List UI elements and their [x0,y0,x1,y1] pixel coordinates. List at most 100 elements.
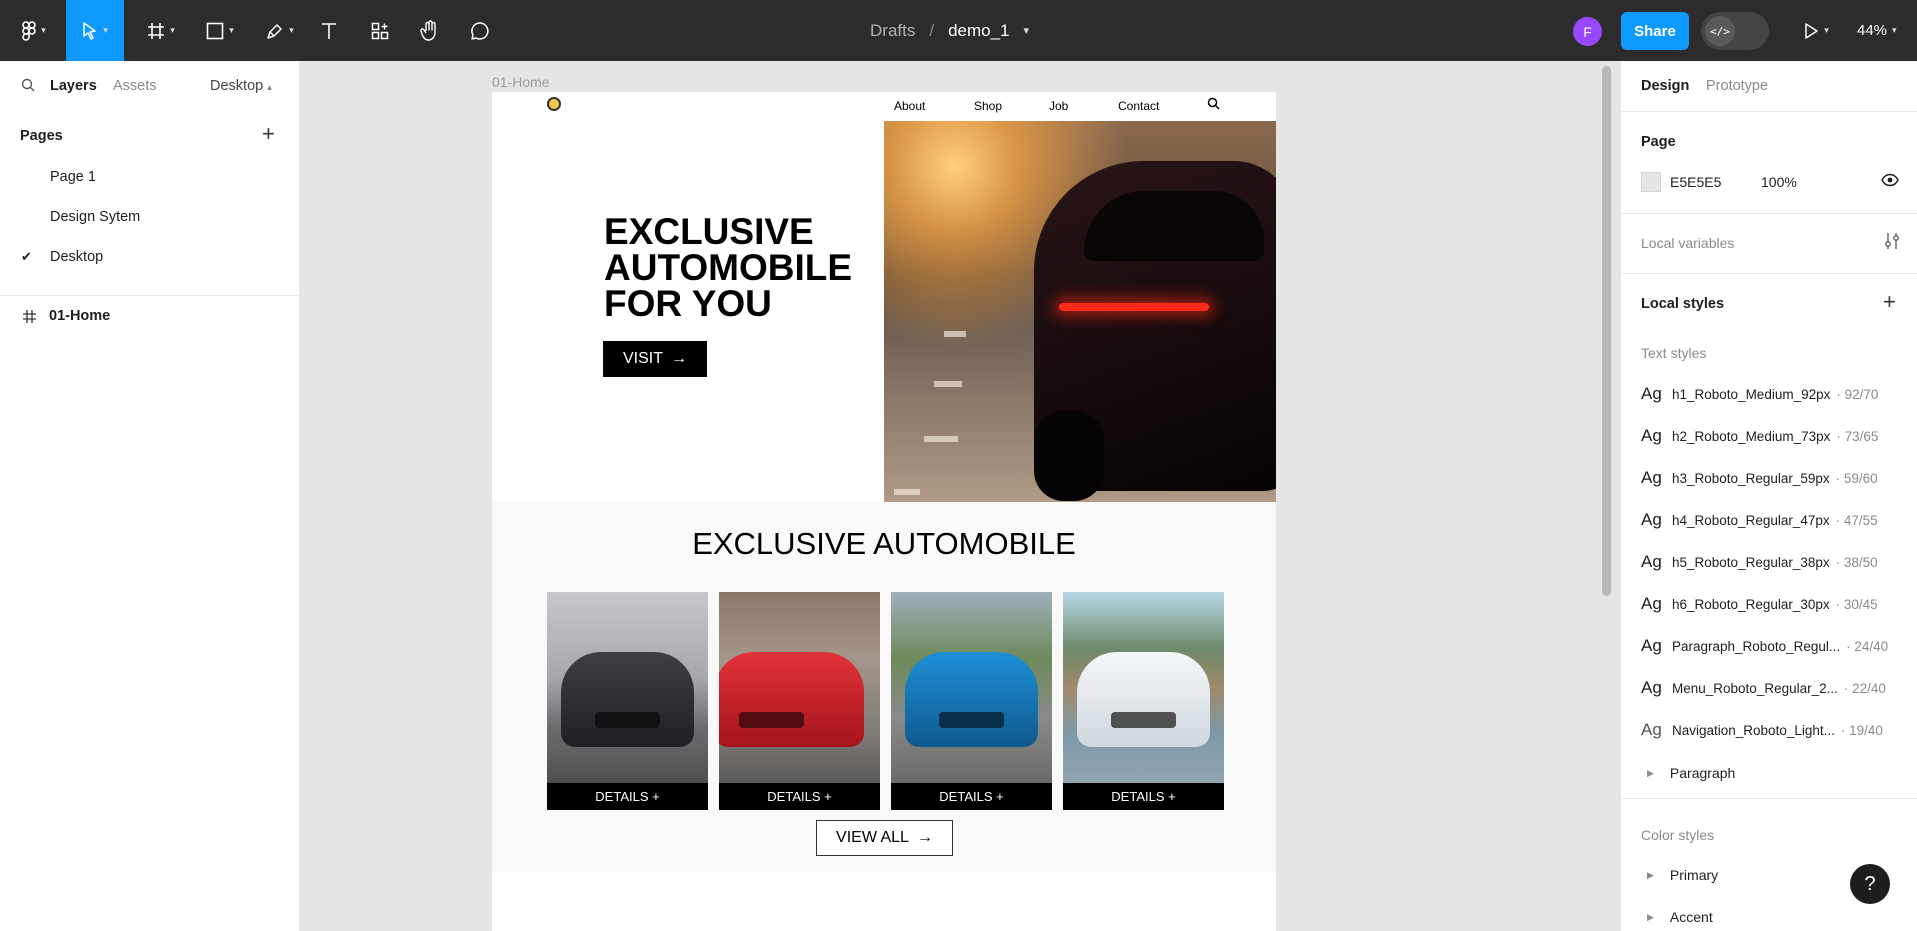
text-style-item[interactable]: Ag h5_Roboto_Regular_38px · 38/50 [1641,550,1903,574]
frame-tool-button[interactable]: ▾ [140,0,182,61]
zoom-dropdown[interactable]: 44% ▾ [1857,0,1897,61]
hand-tool-button[interactable] [417,0,443,61]
text-style-item[interactable]: Ag Navigation_Roboto_Light... · 19/40 [1641,718,1903,742]
frame-label[interactable]: 01-Home [492,74,550,90]
road-marking [894,489,920,495]
nav-link-job[interactable]: Job [1049,99,1068,113]
hero-car-image [884,121,1276,502]
share-button[interactable]: Share [1621,12,1689,50]
style-group-paragraph[interactable]: ▶ Paragraph [1641,765,1735,781]
car-card-image [719,592,880,783]
text-style-size: · 47/55 [1835,512,1878,528]
chevron-down-icon[interactable]: ▾ [1024,24,1030,37]
page-dropdown-label: Desktop [210,78,264,94]
canvas-scrollbar[interactable] [1602,66,1611,596]
car-card[interactable]: DETAILS + [1063,592,1224,810]
text-style-size: · 30/45 [1835,596,1878,612]
text-style-name: h3_Roboto_Regular_59px [1672,470,1830,486]
pen-tool-button[interactable]: ▾ [259,0,301,61]
shape-tool-button[interactable]: ▾ [199,0,241,61]
checkmark-icon: ✔ [21,249,32,264]
text-style-name: Menu_Roboto_Regular_2... [1672,680,1838,696]
text-style-size: · 24/40 [1846,638,1889,654]
chevron-down-icon: ▾ [41,25,46,35]
page-item-desktop[interactable]: Desktop [50,249,103,265]
text-style-name: h2_Roboto_Medium_73px [1672,428,1831,444]
nav-link-contact[interactable]: Contact [1118,99,1159,113]
text-tool-button[interactable] [316,0,342,61]
eye-icon[interactable] [1881,173,1899,187]
divider [1621,273,1917,274]
design-frame-01-home[interactable]: About Shop Job Contact EXCLUSIVE AUTOMOB… [492,92,1276,931]
file-name[interactable]: demo_1 [948,21,1009,41]
add-style-button[interactable]: + [1883,289,1896,315]
site-nav: About Shop Job Contact [492,92,1276,120]
comment-tool-button[interactable] [467,0,493,61]
car-card[interactable]: DETAILS + [547,592,708,810]
local-variables-label[interactable]: Local variables [1641,235,1734,251]
avatar[interactable]: F [1573,17,1602,46]
tab-design[interactable]: Design [1641,78,1689,94]
style-group-accent[interactable]: ▶ Accent [1641,909,1713,925]
chevron-down-icon: ▾ [103,25,108,35]
style-group-primary[interactable]: ▶ Primary [1641,867,1718,883]
caret-right-icon: ▶ [1647,869,1654,880]
text-style-item[interactable]: Ag Menu_Roboto_Regular_2... · 22/40 [1641,676,1903,700]
text-style-ag-icon: Ag [1641,510,1662,529]
dev-mode-toggle[interactable]: </> [1701,12,1769,50]
search-icon[interactable] [1207,97,1220,110]
text-style-ag-icon: Ag [1641,552,1662,571]
arrow-right-icon: → [916,829,933,846]
car-grille [739,712,804,728]
divider [0,295,300,296]
chevron-up-icon: ▴ [267,82,272,92]
text-style-ag-icon: Ag [1641,384,1662,403]
car-card[interactable]: DETAILS + [719,592,880,810]
tab-layers[interactable]: Layers [50,78,97,94]
text-style-item[interactable]: Ag h4_Roboto_Regular_47px · 47/55 [1641,508,1903,532]
text-style-size: · 92/70 [1836,386,1879,402]
view-all-button[interactable]: VIEW ALL → [816,820,953,856]
text-style-item[interactable]: Ag h3_Roboto_Regular_59px · 59/60 [1641,466,1903,490]
page-dropdown[interactable]: Desktop ▴ [210,78,272,94]
page-item-design-system[interactable]: Design Sytem [50,209,140,225]
details-button[interactable]: DETAILS + [547,783,708,810]
car-card[interactable]: DETAILS + [891,592,1052,810]
text-style-size: · 38/50 [1835,554,1878,570]
layer-name: 01-Home [49,308,111,324]
breadcrumb-drafts[interactable]: Drafts [870,21,915,41]
details-button[interactable]: DETAILS + [891,783,1052,810]
chevron-down-icon: ▾ [229,25,234,35]
page-color-hex[interactable]: E5E5E5 [1670,174,1721,190]
text-style-item[interactable]: Ag h6_Roboto_Regular_30px · 30/45 [1641,592,1903,616]
main-menu-button[interactable]: ▾ [14,0,54,61]
page-color-swatch[interactable] [1641,172,1661,192]
text-style-item[interactable]: Ag h2_Roboto_Medium_73px · 73/65 [1641,424,1903,448]
text-style-item[interactable]: Ag Paragraph_Roboto_Regul... · 24/40 [1641,634,1903,658]
tab-prototype[interactable]: Prototype [1706,78,1768,94]
details-button[interactable]: DETAILS + [1063,783,1224,810]
chevron-down-icon: ▾ [1824,25,1829,35]
move-tool-button[interactable]: ▾ [66,0,124,61]
sliders-icon[interactable] [1884,232,1900,250]
text-style-name: h6_Roboto_Regular_30px [1672,596,1830,612]
page-item-page-1[interactable]: Page 1 [50,169,96,185]
add-page-button[interactable]: + [262,121,275,147]
text-style-item[interactable]: Ag h1_Roboto_Medium_92px · 92/70 [1641,382,1903,406]
page-color-opacity[interactable]: 100% [1761,174,1797,190]
present-button[interactable]: ▾ [1796,0,1836,61]
search-icon[interactable] [21,78,35,92]
car-grille [939,712,1004,728]
help-button[interactable]: ? [1850,864,1890,904]
text-icon [322,22,336,39]
resources-tool-button[interactable] [367,0,393,61]
nav-link-shop[interactable]: Shop [974,99,1002,113]
visit-button[interactable]: VISIT → [603,341,707,377]
details-button[interactable]: DETAILS + [719,783,880,810]
visit-label: VISIT [622,350,663,367]
tab-assets[interactable]: Assets [113,78,157,94]
nav-link-about[interactable]: About [894,99,925,113]
car-shape [905,652,1038,747]
layer-01-home[interactable]: 01-Home [23,308,110,324]
page-heading: Page [1641,134,1676,150]
